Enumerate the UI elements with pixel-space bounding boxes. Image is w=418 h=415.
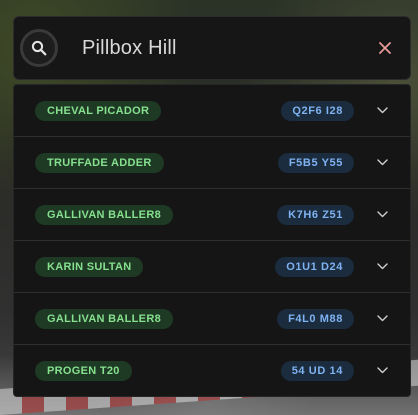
vehicle-name-badge: PROGEN T20 bbox=[35, 360, 132, 381]
search-button[interactable] bbox=[20, 29, 58, 67]
list-item[interactable]: KARIN SULTAN O1U1 D24 bbox=[14, 240, 410, 292]
plate-badge: O1U1 D24 bbox=[275, 256, 354, 277]
vehicle-name-badge: GALLIVAN BALLER8 bbox=[35, 204, 173, 225]
chevron-down-icon bbox=[376, 315, 388, 322]
vehicle-name-badge: GALLIVAN BALLER8 bbox=[35, 308, 173, 329]
vehicle-search-panel: CHEVAL PICADOR Q2F6 I28 TRUFFADE ADDER F… bbox=[13, 16, 411, 397]
search-bar bbox=[13, 16, 411, 80]
expand-button[interactable] bbox=[376, 209, 388, 221]
plate-badge: Q2F6 I28 bbox=[281, 100, 354, 121]
search-icon bbox=[31, 40, 47, 56]
clear-search-button[interactable] bbox=[374, 37, 396, 59]
plate-badge: 54 UD 14 bbox=[280, 360, 354, 381]
vehicle-name-badge: CHEVAL PICADOR bbox=[35, 100, 162, 121]
chevron-down-icon bbox=[376, 211, 388, 218]
list-item[interactable]: CHEVAL PICADOR Q2F6 I28 bbox=[14, 85, 410, 136]
list-item[interactable]: GALLIVAN BALLER8 K7H6 Z51 bbox=[14, 188, 410, 240]
expand-button[interactable] bbox=[376, 313, 388, 325]
chevron-down-icon bbox=[376, 159, 388, 166]
vehicle-name-badge: KARIN SULTAN bbox=[35, 256, 144, 277]
close-icon bbox=[379, 42, 391, 54]
list-item[interactable]: TRUFFADE ADDER F5B5 Y55 bbox=[14, 136, 410, 188]
plate-badge: F4L0 M88 bbox=[277, 308, 354, 329]
expand-button[interactable] bbox=[376, 261, 388, 273]
search-input[interactable] bbox=[80, 35, 374, 61]
vehicle-name-badge: TRUFFADE ADDER bbox=[35, 152, 164, 173]
expand-button[interactable] bbox=[376, 365, 388, 377]
plate-badge: F5B5 Y55 bbox=[277, 152, 354, 173]
list-item[interactable]: PROGEN T20 54 UD 14 bbox=[14, 344, 410, 396]
list-item[interactable]: GALLIVAN BALLER8 F4L0 M88 bbox=[14, 292, 410, 344]
expand-button[interactable] bbox=[376, 105, 388, 117]
results-list: CHEVAL PICADOR Q2F6 I28 TRUFFADE ADDER F… bbox=[13, 84, 411, 397]
chevron-down-icon bbox=[376, 263, 388, 270]
plate-badge: K7H6 Z51 bbox=[277, 204, 354, 225]
chevron-down-icon bbox=[376, 107, 388, 114]
expand-button[interactable] bbox=[376, 157, 388, 169]
chevron-down-icon bbox=[376, 367, 388, 374]
